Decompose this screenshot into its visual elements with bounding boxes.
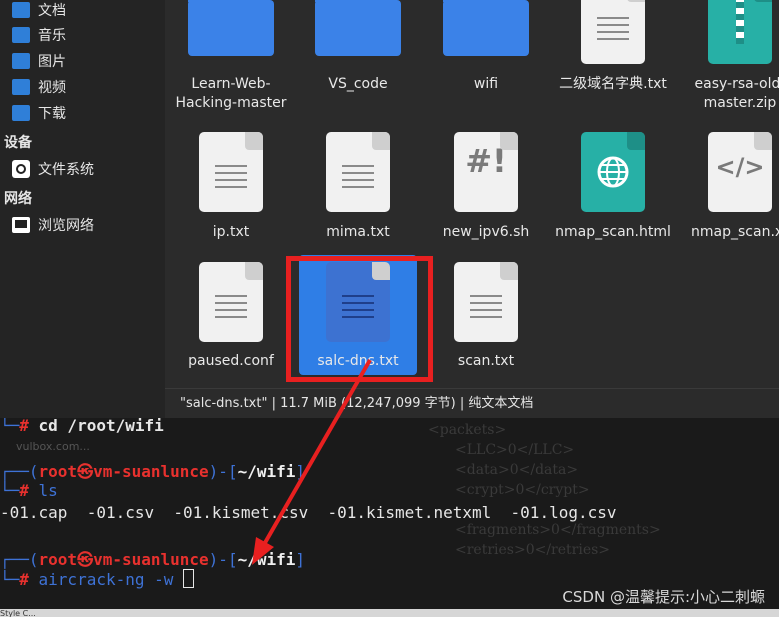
file-label: easy-rsa-old- [694, 76, 779, 92]
terminal-prompt-line: ┌──(root㉿vm-suanlunce)-[~/wifi] [0, 550, 306, 569]
terminal-command: cd /root/wifi [38, 418, 164, 435]
downloads-icon [12, 105, 30, 121]
bottom-strip: Style C... [0, 609, 779, 617]
folder-icon [443, 0, 529, 56]
file-label: scan.txt [457, 353, 515, 369]
script-file-icon: #! [454, 132, 518, 212]
sidebar-item-music[interactable]: 音乐 [12, 24, 66, 46]
terminal-cursor [183, 569, 195, 588]
terminal[interactable]: <packets> <LLC>0</LLC> <data>0</data> <c… [0, 418, 779, 609]
prompt-host: vm-suanlunce [93, 550, 209, 569]
prompt-skull: ㉿ [77, 550, 94, 569]
code-file-icon: </> [708, 132, 772, 212]
file-item-learn-web-hacking[interactable]: Learn-Web- Hacking-master [169, 0, 293, 120]
prompt-user: root [38, 550, 78, 569]
red-annotation-box [286, 256, 433, 382]
file-label: wifi [473, 76, 499, 92]
sidebar-item-videos[interactable]: 视频 [12, 76, 66, 98]
text-file-icon [454, 262, 518, 342]
terminal-line: └─# ls [0, 481, 58, 500]
sidebar-item-documents[interactable]: 文档 [12, 0, 66, 21]
archive-icon [708, 0, 772, 64]
prompt-dir: ~/wifi [237, 462, 296, 481]
bottom-hint: Style C... [0, 609, 36, 617]
prompt-user: root [38, 462, 78, 481]
file-item-ip-txt[interactable]: ip.txt [169, 132, 293, 247]
sidebar: 文档 音乐 图片 视频 下载 设备 文件系统 网络 浏览网络 [0, 0, 165, 418]
pictures-icon [12, 53, 30, 69]
background-text: <LLC>0</LLC> [455, 442, 575, 458]
drive-icon [12, 160, 30, 178]
background-text: <retries>0</retries> [455, 542, 611, 558]
sidebar-item-label: 音乐 [38, 28, 66, 44]
file-label: Learn-Web- [191, 76, 271, 92]
background-text: <fragments>0</fragments> [455, 522, 661, 538]
text-file-icon [199, 262, 263, 342]
file-label: VS_code [328, 76, 388, 92]
sidebar-item-label: 文件系统 [38, 162, 94, 178]
file-label: paused.conf [188, 353, 274, 369]
code-glyph: </> [715, 153, 765, 181]
status-bar: "salc-dns.txt" | 11.7 MiB (12,247,099 字节… [165, 388, 779, 418]
folder-icon [315, 0, 401, 56]
sidebar-item-browse-network[interactable]: 浏览网络 [12, 214, 94, 236]
sidebar-item-label: 下载 [38, 106, 66, 122]
file-item-nmap-scan-html[interactable]: nmap_scan.html [551, 132, 675, 247]
sidebar-item-label: 文档 [38, 3, 66, 19]
file-label: nmap_scan.html [555, 224, 671, 240]
prompt-host: vm-suanlunce [93, 462, 209, 481]
file-label: ip.txt [212, 224, 250, 240]
prompt-skull: ㉿ [77, 462, 94, 481]
sidebar-item-filesystem[interactable]: 文件系统 [12, 158, 94, 180]
file-label: new_ipv6.sh [442, 224, 530, 240]
file-label: nmap_scan.xr [691, 224, 779, 240]
sidebar-item-label: 图片 [38, 54, 66, 70]
file-item-subdomain-dict[interactable]: 二级域名字典.txt [551, 0, 675, 100]
terminal-argument: -w [154, 570, 174, 589]
terminal-command: ls [38, 481, 58, 500]
terminal-line: └─# cd /root/wifi [0, 418, 164, 435]
background-text: <data>0</data> [455, 462, 579, 478]
terminal-command: aircrack-ng [38, 570, 145, 589]
csdn-watermark: CSDN @温馨提示:小心二刺螈 [562, 588, 765, 606]
terminal-prompt-line: ┌──(root㉿vm-suanlunce)-[~/wifi] [0, 462, 306, 481]
terminal-input-line[interactable]: └─# aircrack-ng -w [0, 569, 195, 589]
shebang-glyph: #! [465, 142, 507, 180]
network-heading: 网络 [4, 191, 32, 207]
folder-icon [188, 0, 274, 56]
background-text: <crypt>0</crypt> [455, 482, 590, 498]
text-file-icon [199, 132, 263, 212]
file-label: Hacking-master [175, 95, 287, 111]
file-item-new-ipv6-sh[interactable]: #! new_ipv6.sh [424, 132, 548, 247]
file-item-paused-conf[interactable]: paused.conf [169, 262, 293, 377]
file-grid: Learn-Web- Hacking-master VS_code wifi 二… [165, 0, 779, 418]
file-label: mima.txt [326, 224, 390, 240]
sidebar-item-pictures[interactable]: 图片 [12, 50, 66, 72]
screen: 文档 音乐 图片 视频 下载 设备 文件系统 网络 浏览网络 Learn-Web… [0, 0, 779, 617]
network-icon [12, 217, 30, 233]
file-item-wifi[interactable]: wifi [424, 0, 548, 100]
file-item-scan-txt[interactable]: scan.txt [424, 262, 548, 377]
videos-icon [12, 79, 30, 95]
music-icon [12, 27, 30, 43]
file-item-vs-code[interactable]: VS_code [296, 0, 420, 100]
text-file-icon [581, 0, 645, 64]
ls-output: -01.cap -01.csv -01.kismet.csv -01.kisme… [0, 503, 617, 522]
sidebar-item-label: 视频 [38, 80, 66, 96]
sidebar-item-downloads[interactable]: 下载 [12, 102, 66, 124]
documents-icon [12, 2, 30, 18]
prompt-dir: ~/wifi [237, 550, 296, 569]
globe-icon [581, 132, 645, 212]
faint-watermark: vulbox.com... [16, 440, 90, 453]
text-file-icon [326, 132, 390, 212]
file-label: master.zip [703, 95, 777, 111]
devices-heading: 设备 [4, 135, 32, 151]
file-label: 二级域名字典.txt [559, 76, 667, 92]
file-item-mima-txt[interactable]: mima.txt [296, 132, 420, 247]
background-text: <packets> [428, 422, 507, 438]
file-item-easy-rsa-zip[interactable]: easy-rsa-old- master.zip [678, 0, 779, 120]
sidebar-item-label: 浏览网络 [38, 218, 94, 234]
file-item-nmap-scan-xml[interactable]: </> nmap_scan.xr [678, 132, 779, 247]
